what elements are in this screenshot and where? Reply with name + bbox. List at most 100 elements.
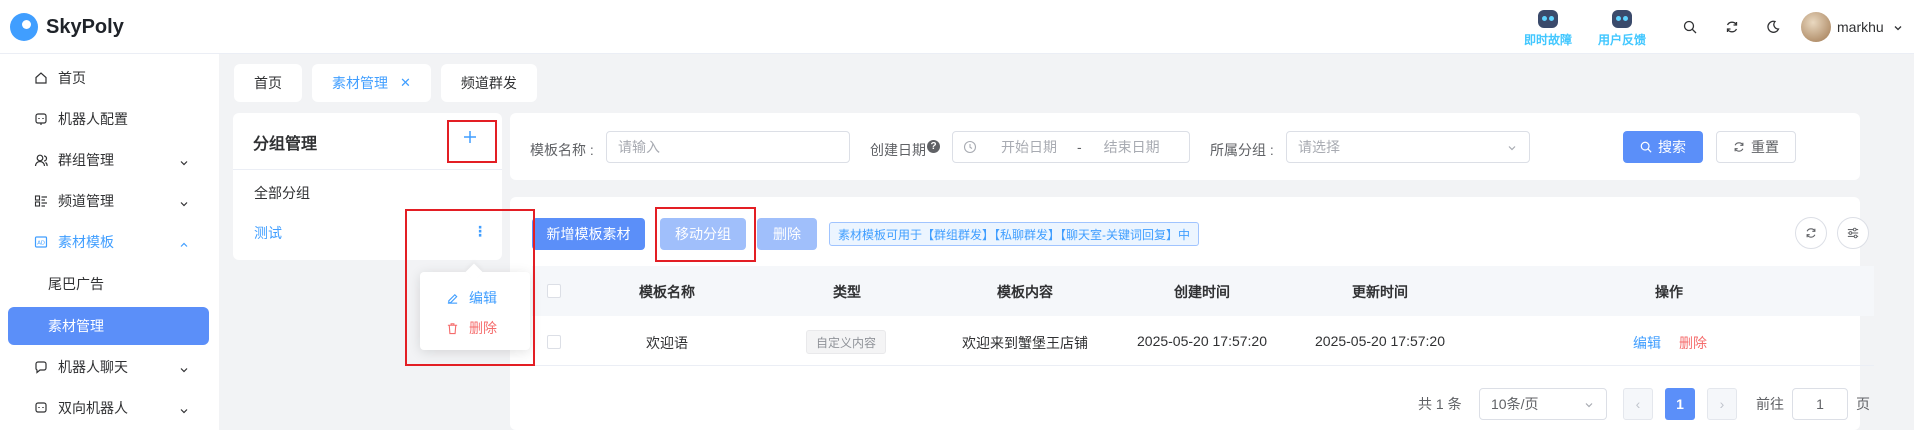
pagination-total: 共 1 条 <box>1418 396 1462 412</box>
tab-label: 频道群发 <box>460 75 517 91</box>
search-button[interactable]: 搜索 <box>1623 131 1703 163</box>
column-header-created-time: 创建时间 <box>1174 284 1230 300</box>
search-icon <box>1640 141 1652 153</box>
chevron-down-icon <box>179 403 189 419</box>
select-placeholder: 请选择 <box>1298 139 1340 155</box>
chevron-down-icon <box>179 196 189 212</box>
group-item-test[interactable]: 测试 <box>254 223 282 243</box>
add-template-button[interactable]: 新增模板素材 <box>532 218 645 250</box>
username[interactable]: markhu <box>1837 19 1884 35</box>
chevron-left-icon: ‹ <box>1635 396 1641 412</box>
sidebar-item-robot-config[interactable]: 机器人配置 <box>8 100 209 138</box>
avatar[interactable] <box>1801 12 1831 42</box>
sidebar-item-material-management[interactable]: 素材管理 <box>8 307 209 345</box>
help-icon[interactable]: ? <box>927 140 940 153</box>
moon-icon[interactable] <box>1763 17 1783 37</box>
page-number-button[interactable]: 1 <box>1665 388 1695 420</box>
list-icon <box>34 194 48 208</box>
created-date-label: 创建日期 <box>870 142 926 158</box>
user-feedback-button[interactable]: 用户反馈 <box>1592 10 1652 48</box>
robot-icon <box>1538 10 1558 28</box>
column-header-template-name: 模板名称 <box>639 284 695 300</box>
sidebar-item-label: 机器人配置 <box>58 111 128 127</box>
tab-label: 素材管理 <box>332 75 388 91</box>
column-header-content: 模板内容 <box>997 284 1053 300</box>
goto-page-value: 1 <box>1816 396 1824 412</box>
group-item-all[interactable]: 全部分组 <box>254 183 310 203</box>
sidebar-item-two-way-robot[interactable]: 双向机器人 <box>8 389 209 427</box>
sidebar-item-robot-chat[interactable]: 机器人聊天 <box>8 348 209 386</box>
tab-label: 首页 <box>254 75 282 91</box>
chevron-right-icon: › <box>1719 396 1725 412</box>
cell-updated-time: 2025-05-20 17:57:20 <box>1315 333 1445 349</box>
refresh-icon <box>1805 227 1817 239</box>
sidebar-item-label: 素材管理 <box>48 318 104 334</box>
chevron-down-icon <box>179 362 189 378</box>
chevron-down-icon <box>179 155 189 171</box>
batch-delete-label: 删除 <box>773 226 801 242</box>
cell-template-name: 欢迎语 <box>646 335 688 351</box>
add-template-label: 新增模板素材 <box>546 226 631 242</box>
tab-channel-broadcast[interactable]: 频道群发 <box>440 64 537 102</box>
instant-fault-button[interactable]: 即时故障 <box>1518 10 1578 48</box>
template-name-label: 模板名称 : <box>530 142 594 158</box>
annotation-box <box>405 209 535 366</box>
reset-button[interactable]: 重置 <box>1716 131 1796 163</box>
page-size-select[interactable]: 10条/页 <box>1479 388 1607 420</box>
reset-button-label: 重置 <box>1751 139 1779 155</box>
sidebar-item-material-template[interactable]: AD 素材模板 <box>8 223 209 261</box>
search-button-label: 搜索 <box>1658 139 1686 155</box>
sidebar-item-label: 首页 <box>58 70 86 86</box>
type-tag: 自定义内容 <box>806 330 887 354</box>
home-icon <box>34 71 48 85</box>
row-checkbox[interactable] <box>547 335 561 349</box>
top-header: SkyPoly 即时故障 用户反馈 markhu <box>0 0 1914 54</box>
group-select[interactable]: 请选择 <box>1286 131 1530 163</box>
users-icon <box>34 153 48 167</box>
row-delete-link[interactable]: 删除 <box>1679 333 1707 353</box>
batch-delete-button[interactable]: 删除 <box>757 218 817 250</box>
start-date-placeholder: 开始日期 <box>1001 139 1057 155</box>
goto-label: 前往 <box>1756 396 1784 412</box>
sidebar-item-tail-ad[interactable]: 尾巴广告 <box>8 265 209 303</box>
prev-page-button[interactable]: ‹ <box>1623 388 1653 420</box>
column-header-actions: 操作 <box>1655 284 1683 300</box>
app-logo[interactable]: SkyPoly <box>10 13 124 41</box>
refresh-table-button[interactable] <box>1795 217 1827 249</box>
select-all-checkbox[interactable] <box>547 284 561 298</box>
sidebar-item-label: 素材模板 <box>58 234 114 250</box>
next-page-button[interactable]: › <box>1707 388 1737 420</box>
chevron-down-icon[interactable] <box>1893 20 1903 36</box>
row-edit-link[interactable]: 编辑 <box>1633 333 1661 353</box>
search-icon[interactable] <box>1680 17 1700 37</box>
divider <box>233 169 502 170</box>
sidebar-item-home[interactable]: 首页 <box>8 59 209 97</box>
chevron-down-icon <box>1584 400 1594 410</box>
sidebar-item-channel-management[interactable]: 频道管理 <box>8 182 209 220</box>
tabs-bar: 首页 素材管理 ✕ 频道群发 <box>234 64 537 102</box>
tab-home[interactable]: 首页 <box>234 64 302 102</box>
sidebar-item-label: 群组管理 <box>58 152 114 168</box>
date-range-picker[interactable]: 开始日期 - 结束日期 <box>952 131 1190 163</box>
goto-page-input[interactable]: 1 <box>1792 388 1848 420</box>
date-separator: - <box>1077 139 1082 155</box>
column-header-type: 类型 <box>833 284 861 300</box>
page-number-label: 1 <box>1676 396 1684 412</box>
tab-material-management[interactable]: 素材管理 ✕ <box>312 64 431 102</box>
sidebar-item-label: 频道管理 <box>58 193 114 209</box>
logo-icon <box>10 13 38 41</box>
sidebar-item-label: 尾巴广告 <box>48 276 104 292</box>
template-name-input[interactable]: 请输入 <box>606 131 850 163</box>
refresh-icon <box>1733 141 1745 153</box>
end-date-placeholder: 结束日期 <box>1103 139 1160 155</box>
close-icon[interactable]: ✕ <box>400 75 411 91</box>
chevron-down-icon <box>1507 143 1517 153</box>
chevron-up-icon <box>179 237 189 253</box>
robot-icon <box>34 401 48 415</box>
column-settings-button[interactable] <box>1837 217 1869 249</box>
settings-sliders-icon <box>1847 227 1859 239</box>
cell-content: 欢迎来到蟹堡王店铺 <box>962 335 1088 351</box>
robot-config-icon <box>34 112 48 126</box>
refresh-icon[interactable] <box>1722 17 1742 37</box>
sidebar-item-group-management[interactable]: 群组管理 <box>8 141 209 179</box>
